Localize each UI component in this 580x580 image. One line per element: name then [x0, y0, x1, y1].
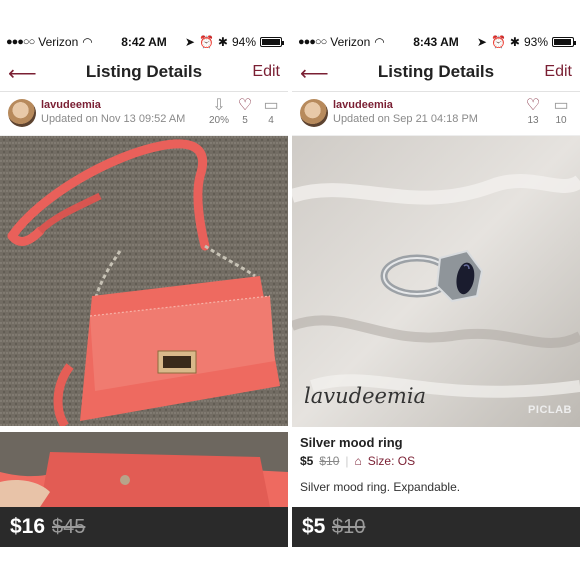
avatar[interactable] [8, 99, 36, 127]
comment-count: 4 [268, 115, 274, 126]
avatar[interactable] [300, 99, 328, 127]
current-price: $5 [302, 515, 326, 538]
battery-percent: 94% [231, 35, 256, 49]
price-drop-value: 20% [208, 115, 229, 126]
item-original-price: $10 [319, 454, 340, 468]
hanger-icon: ⌂ [354, 454, 362, 468]
battery-percent: 93% [523, 35, 548, 49]
price-bar: $16 $45 [0, 507, 288, 547]
edit-button[interactable]: Edit [544, 63, 572, 81]
listing-panel-right: ●●●○○ Verizon ◠ 8:43 AM ➤ ⏰ ✱ 93% ⟵ Listing D… [292, 32, 580, 547]
edit-button[interactable]: Edit [252, 63, 280, 81]
item-info: Silver mood ring $5 $10 | ⌂ Size: OS Sil… [292, 427, 580, 502]
location-icon: ➤ [476, 35, 487, 49]
price-drop-stat[interactable]: ⇩ 20% [206, 97, 232, 126]
item-size: Size: OS [367, 454, 416, 468]
like-button[interactable]: ♡ 13 [520, 97, 546, 126]
page-title: Listing Details [377, 62, 495, 81]
heart-icon: ♡ [525, 97, 541, 114]
price-drop-icon: ⇩ [212, 97, 226, 114]
updated-timestamp: Updated on Sep 21 04:18 PM [333, 113, 478, 125]
battery-icon [552, 37, 576, 47]
seller-username[interactable]: lavudeemia [333, 99, 393, 111]
seller-bar: lavudeemia Updated on Nov 13 09:52 AM ⇩ … [0, 92, 288, 136]
comment-count: 10 [555, 115, 567, 126]
item-title: Silver mood ring [300, 435, 403, 450]
seller-username[interactable]: lavudeemia [41, 99, 101, 111]
updated-timestamp: Updated on Nov 13 09:52 AM [41, 113, 186, 125]
like-button[interactable]: ♡ 5 [232, 97, 258, 126]
nav-bar: ⟵ Listing Details Edit [0, 52, 288, 92]
seller-bar: lavudeemia Updated on Sep 21 04:18 PM ♡ … [292, 92, 580, 136]
page-title: Listing Details [85, 62, 203, 81]
comment-button[interactable]: ▭ 10 [548, 97, 574, 126]
listing-photo-main[interactable]: lavudeemia PICLAB [292, 136, 580, 427]
status-bar: ●●●○○ Verizon ◠ 8:43 AM ➤ ⏰ ✱ 93% [292, 32, 580, 52]
nav-bar: ⟵ Listing Details Edit [292, 52, 580, 92]
item-price-row: $5 $10 | ⌂ Size: OS [300, 454, 572, 468]
alarm-icon: ⏰ [198, 35, 214, 49]
listing-photo-main[interactable] [0, 136, 288, 426]
separator: | [345, 454, 349, 468]
price-bar: $5 $10 [292, 507, 580, 547]
comment-icon: ▭ [263, 97, 279, 114]
like-count: 13 [527, 115, 539, 126]
photo-signature: lavudeemia [304, 384, 427, 408]
alarm-icon: ⏰ [490, 35, 506, 49]
item-description: Silver mood ring. Expandable. [300, 480, 461, 494]
battery-fill [554, 39, 572, 45]
item-price: $5 [300, 454, 314, 468]
original-price: $45 [52, 516, 86, 538]
current-price: $16 [10, 515, 46, 538]
battery-fill [262, 39, 280, 45]
crossbody-bag-image [0, 136, 288, 426]
bag-open-image [0, 432, 288, 507]
status-bar: ●●●○○ Verizon ◠ 8:42 AM ➤ ⏰ ✱ 94% [0, 32, 288, 52]
comment-button[interactable]: ▭ 4 [258, 97, 284, 126]
comment-icon: ▭ [553, 97, 569, 114]
bluetooth-icon: ✱ [509, 35, 520, 49]
photo-watermark: PICLAB [528, 404, 572, 416]
battery-icon [260, 37, 284, 47]
location-icon: ➤ [184, 35, 195, 49]
listing-panel-left: ●●●○○ Verizon ◠ 8:42 AM ➤ ⏰ ✱ 94% ⟵ Listing D… [0, 32, 288, 547]
heart-icon: ♡ [237, 97, 253, 114]
listing-photo-secondary[interactable] [0, 432, 288, 507]
original-price: $10 [332, 516, 366, 538]
like-count: 5 [242, 115, 248, 126]
bluetooth-icon: ✱ [217, 35, 228, 49]
